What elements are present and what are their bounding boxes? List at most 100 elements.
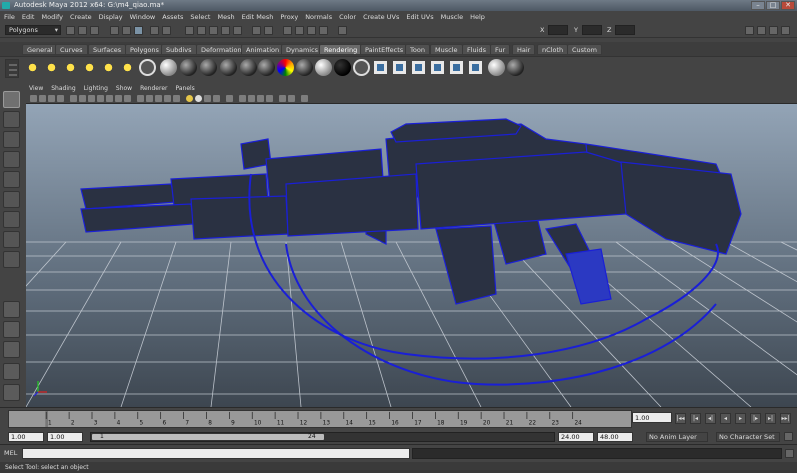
play-forwards-button[interactable]: ▸ xyxy=(735,413,746,424)
camera-attributes-icon[interactable] xyxy=(39,95,46,102)
use-all-lights-icon[interactable] xyxy=(186,95,193,102)
grid-toggle-icon[interactable] xyxy=(70,95,77,102)
tab-curves[interactable]: Curves xyxy=(55,44,88,55)
film-gate-icon[interactable] xyxy=(79,95,86,102)
isolate-select-icon[interactable] xyxy=(213,95,220,102)
lock-selection-icon[interactable] xyxy=(162,26,171,35)
single-perspective-layout-icon[interactable] xyxy=(3,301,20,318)
command-input[interactable] xyxy=(22,448,410,459)
panel-menu-view[interactable]: View xyxy=(29,85,43,92)
show-manipulator-icon[interactable] xyxy=(3,251,20,268)
wireframe-on-shaded-icon[interactable] xyxy=(155,95,162,102)
safe-title-icon[interactable] xyxy=(124,95,131,102)
persp-hypershade-layout-icon[interactable] xyxy=(3,384,20,401)
anisotropic-icon[interactable] xyxy=(240,59,257,76)
gate-mask-icon[interactable] xyxy=(97,95,104,102)
tab-ncloth[interactable]: nCloth xyxy=(537,44,569,55)
panel-menu-renderer[interactable]: Renderer xyxy=(140,85,167,92)
attribute-editor-icon[interactable] xyxy=(745,26,754,35)
menu-edit-mesh[interactable]: Edit Mesh xyxy=(242,13,274,21)
xray-icon[interactable] xyxy=(164,95,171,102)
playback-end-field[interactable]: 24.00 xyxy=(558,432,594,442)
minimize-button[interactable]: – xyxy=(751,1,765,10)
x-input[interactable] xyxy=(548,25,568,35)
scale-tool-icon[interactable] xyxy=(3,191,20,208)
panel-menu-show[interactable]: Show xyxy=(116,85,132,92)
go-to-end-button[interactable]: ▸▸| xyxy=(780,413,791,424)
open-scene-icon[interactable] xyxy=(78,26,87,35)
tool-settings-icon[interactable] xyxy=(757,26,766,35)
ambient-occlusion-icon[interactable] xyxy=(248,95,255,102)
play-backwards-button[interactable]: ◂ xyxy=(720,413,731,424)
phong-icon[interactable] xyxy=(200,59,217,76)
exposure-icon[interactable] xyxy=(288,95,295,102)
field-chart-icon[interactable] xyxy=(106,95,113,102)
persp-outliner-layout-icon[interactable] xyxy=(3,341,20,358)
menu-file[interactable]: File xyxy=(4,13,15,21)
tab-subdivs[interactable]: Subdivs xyxy=(161,44,197,55)
universal-manipulator-icon[interactable] xyxy=(3,211,20,228)
step-forward-key-button[interactable]: ▸| xyxy=(765,413,776,424)
point-light-icon[interactable] xyxy=(62,59,79,76)
layer-editor-icon[interactable] xyxy=(781,26,790,35)
move-tool-icon[interactable] xyxy=(3,151,20,168)
high-quality-icon[interactable] xyxy=(204,95,211,102)
surface-shader-icon[interactable] xyxy=(315,59,332,76)
tab-fluids[interactable]: Fluids xyxy=(462,44,491,55)
menu-normals[interactable]: Normals xyxy=(305,13,332,21)
render-current-frame-icon[interactable] xyxy=(372,59,389,76)
lasso-tool-icon[interactable] xyxy=(3,111,20,128)
panel-menu-panels[interactable]: Panels xyxy=(175,85,194,92)
render-layer-icon[interactable] xyxy=(467,59,484,76)
four-view-layout-icon[interactable] xyxy=(3,321,20,338)
go-to-start-button[interactable]: |◂◂ xyxy=(675,413,686,424)
lambert-icon[interactable] xyxy=(160,59,177,76)
tab-painteffects[interactable]: PaintEffects xyxy=(360,44,409,55)
current-frame-field[interactable]: 1.00 xyxy=(632,412,672,423)
z-input[interactable] xyxy=(615,25,635,35)
input-output-icon[interactable] xyxy=(252,26,261,35)
new-scene-icon[interactable] xyxy=(66,26,75,35)
menu-assets[interactable]: Assets xyxy=(162,13,183,21)
step-back-frame-button[interactable]: ◂| xyxy=(705,413,716,424)
panel-menu-shading[interactable]: Shading xyxy=(51,85,75,92)
image-plane-icon[interactable] xyxy=(57,95,64,102)
bookmark-icon[interactable] xyxy=(48,95,55,102)
panel-menu-lighting[interactable]: Lighting xyxy=(84,85,108,92)
tab-general[interactable]: General xyxy=(22,44,58,55)
menu-edit-uvs[interactable]: Edit UVs xyxy=(406,13,433,21)
menu-display[interactable]: Display xyxy=(99,13,123,21)
snap-point-icon[interactable] xyxy=(209,26,218,35)
tab-fur[interactable]: Fur xyxy=(490,44,511,55)
wireframe-mode-icon[interactable] xyxy=(137,95,144,102)
blinn-icon[interactable] xyxy=(180,59,197,76)
menu-muscle[interactable]: Muscle xyxy=(441,13,464,21)
menu-set-selector[interactable]: Polygons xyxy=(5,25,61,35)
volume-light-icon[interactable] xyxy=(119,59,136,76)
time-slider-bar[interactable]: 1 2 3 4 5 6 7 8 9 10 11 12 13 14 15 16 17 18 19 20 21 22 23 24 xyxy=(8,410,632,428)
animation-start-field[interactable]: 1.00 xyxy=(8,432,44,442)
safe-action-icon[interactable] xyxy=(115,95,122,102)
character-set-dropdown[interactable]: No Character Set xyxy=(716,432,780,442)
maximize-button[interactable]: □ xyxy=(766,1,780,10)
menu-window[interactable]: Window xyxy=(130,13,156,21)
menu-mesh[interactable]: Mesh xyxy=(217,13,234,21)
perspective-viewport[interactable] xyxy=(26,104,797,407)
script-editor-icon[interactable] xyxy=(785,449,794,458)
soft-modification-tool-icon[interactable] xyxy=(3,231,20,248)
hypershade-icon[interactable] xyxy=(353,59,370,76)
input-field-mode-icon[interactable] xyxy=(338,26,347,35)
layered-shader-icon[interactable] xyxy=(258,59,275,76)
make-live-icon[interactable] xyxy=(233,26,242,35)
shelf-menu-grip[interactable] xyxy=(5,59,19,78)
render-current-icon[interactable] xyxy=(295,26,304,35)
gamma-icon[interactable] xyxy=(301,95,308,102)
phong-e-icon[interactable] xyxy=(220,59,237,76)
render-view-icon[interactable] xyxy=(283,26,292,35)
pick-mask-icon[interactable] xyxy=(150,26,159,35)
motion-blur-icon[interactable] xyxy=(279,95,286,102)
tab-muscle[interactable]: Muscle xyxy=(430,44,463,55)
directional-light-icon[interactable] xyxy=(43,59,60,76)
ipr-render-icon[interactable] xyxy=(307,26,316,35)
tab-surfaces[interactable]: Surfaces xyxy=(88,44,127,55)
